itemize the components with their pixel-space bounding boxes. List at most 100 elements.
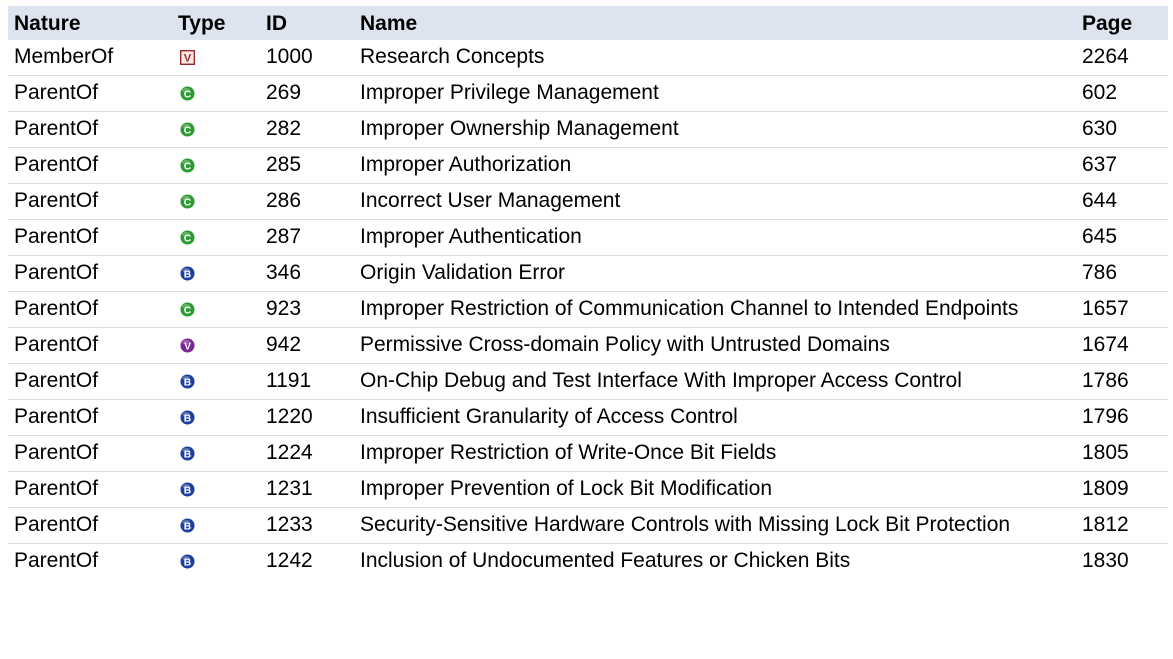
cell-page: 630 xyxy=(1076,111,1168,148)
cell-type: B xyxy=(172,471,260,508)
table-row: ParentOf C 282 Improper Ownership Managemen… xyxy=(8,111,1168,148)
header-nature: Nature xyxy=(8,6,172,40)
cell-nature: ParentOf xyxy=(8,183,172,220)
cell-name: On-Chip Debug and Test Interface With Im… xyxy=(354,363,1076,400)
header-name: Name xyxy=(354,6,1076,40)
cell-id: 269 xyxy=(260,75,354,112)
table-row: ParentOf B 1233 Security-Sensitive Hardware… xyxy=(8,507,1168,544)
cell-nature: ParentOf xyxy=(8,363,172,400)
cell-name: Improper Prevention of Lock Bit Modifica… xyxy=(354,471,1076,508)
table-row: ParentOf C 287 Improper Authentication 645 xyxy=(8,219,1168,256)
cell-page: 1786 xyxy=(1076,363,1168,400)
table-row: ParentOf V 942 Permissive Cross-domain Poli… xyxy=(8,327,1168,364)
table-row: ParentOf B 1231 Improper Prevention of Lock… xyxy=(8,471,1168,508)
cell-type: C xyxy=(172,111,260,148)
cell-type: C xyxy=(172,75,260,112)
svg-text:B: B xyxy=(184,413,191,424)
cell-id: 1000 xyxy=(260,40,354,76)
cell-page: 637 xyxy=(1076,147,1168,184)
cell-nature: ParentOf xyxy=(8,111,172,148)
cell-page: 1809 xyxy=(1076,471,1168,508)
relationships-table: Nature Type ID Name Page MemberOf V 1000 Re… xyxy=(8,6,1168,579)
cell-name: Improper Authentication xyxy=(354,219,1076,256)
header-type: Type xyxy=(172,6,260,40)
base-icon: B xyxy=(180,446,195,461)
class-icon: C xyxy=(180,158,195,173)
cell-type: B xyxy=(172,435,260,472)
cell-type: B xyxy=(172,255,260,292)
cell-page: 2264 xyxy=(1076,40,1168,76)
table-row: ParentOf C 923 Improper Restriction of Comm… xyxy=(8,291,1168,328)
cell-nature: ParentOf xyxy=(8,399,172,436)
table-row: ParentOf C 285 Improper Authorization 637 xyxy=(8,147,1168,184)
svg-text:C: C xyxy=(184,161,192,172)
cell-nature: ParentOf xyxy=(8,291,172,328)
cell-name: Inclusion of Undocumented Features or Ch… xyxy=(360,549,851,572)
table-header-row: Nature Type ID Name Page xyxy=(8,6,1168,40)
cell-id: 923 xyxy=(260,291,354,328)
base-icon: B xyxy=(180,374,195,389)
cell-nature: ParentOf xyxy=(14,549,99,572)
svg-text:B: B xyxy=(184,377,191,388)
cell-id: 285 xyxy=(260,147,354,184)
cell-id: 1242 xyxy=(266,549,313,572)
class-icon: C xyxy=(180,86,195,101)
cell-id: 286 xyxy=(260,183,354,220)
svg-text:C: C xyxy=(184,125,192,136)
table-body: MemberOf V 1000 Research Concepts 2264 Parent… xyxy=(8,40,1168,579)
cell-id: 287 xyxy=(260,219,354,256)
class-icon: C xyxy=(180,194,195,209)
cell-id: 1233 xyxy=(260,507,354,544)
table-row: MemberOf V 1000 Research Concepts 2264 xyxy=(8,40,1168,76)
variant-icon: V xyxy=(180,338,195,353)
table-row: ParentOf C 286 Incorrect User Management 644 xyxy=(8,183,1168,220)
cell-page: 786 xyxy=(1076,255,1168,292)
cell-nature: ParentOf xyxy=(8,219,172,256)
table-row: ParentOf B 1242 Inclusion of Undocumented F… xyxy=(8,544,1168,580)
cell-id: 1191 xyxy=(260,363,354,400)
cell-type: C xyxy=(172,147,260,184)
cell-id: 1220 xyxy=(260,399,354,436)
base-icon: B xyxy=(180,554,195,569)
cell-name: Improper Authorization xyxy=(354,147,1076,184)
cell-type: C xyxy=(172,291,260,328)
cell-nature: ParentOf xyxy=(8,147,172,184)
svg-text:B: B xyxy=(184,557,191,568)
svg-text:B: B xyxy=(184,269,191,280)
svg-text:B: B xyxy=(184,485,191,496)
base-icon: B xyxy=(180,518,195,533)
svg-text:B: B xyxy=(184,449,191,460)
cell-name: Research Concepts xyxy=(354,40,1076,76)
class-icon: C xyxy=(180,122,195,137)
table-row: ParentOf B 346 Origin Validation Error 786 xyxy=(8,255,1168,292)
cell-nature: ParentOf xyxy=(8,435,172,472)
class-icon: C xyxy=(180,230,195,245)
cell-name: Permissive Cross-domain Policy with Untr… xyxy=(354,327,1076,364)
cell-id: 346 xyxy=(260,255,354,292)
cell-type: B xyxy=(172,544,260,580)
view-icon: V xyxy=(180,50,195,65)
cell-nature: MemberOf xyxy=(8,40,172,76)
cell-type: V xyxy=(172,327,260,364)
table-row: ParentOf B 1220 Insufficient Granularity of… xyxy=(8,399,1168,436)
cell-id: 942 xyxy=(260,327,354,364)
cell-page: 1805 xyxy=(1076,435,1168,472)
svg-text:C: C xyxy=(184,305,192,316)
cell-id: 1231 xyxy=(260,471,354,508)
cell-id: 1224 xyxy=(260,435,354,472)
cell-id: 282 xyxy=(260,111,354,148)
svg-text:B: B xyxy=(184,521,191,532)
cell-type: B xyxy=(172,399,260,436)
header-id: ID xyxy=(260,6,354,40)
cell-name: Improper Privilege Management xyxy=(354,75,1076,112)
cell-name: Insufficient Granularity of Access Contr… xyxy=(354,399,1076,436)
cell-type: C xyxy=(172,219,260,256)
cell-page: 1830 xyxy=(1082,549,1129,572)
cell-nature: ParentOf xyxy=(8,255,172,292)
header-page: Page xyxy=(1076,6,1168,40)
cell-type: C xyxy=(172,183,260,220)
cell-name: Improper Restriction of Communication Ch… xyxy=(354,291,1076,328)
table-row: ParentOf C 269 Improper Privilege Managemen… xyxy=(8,75,1168,112)
cell-page: 1674 xyxy=(1076,327,1168,364)
cell-nature: ParentOf xyxy=(8,327,172,364)
